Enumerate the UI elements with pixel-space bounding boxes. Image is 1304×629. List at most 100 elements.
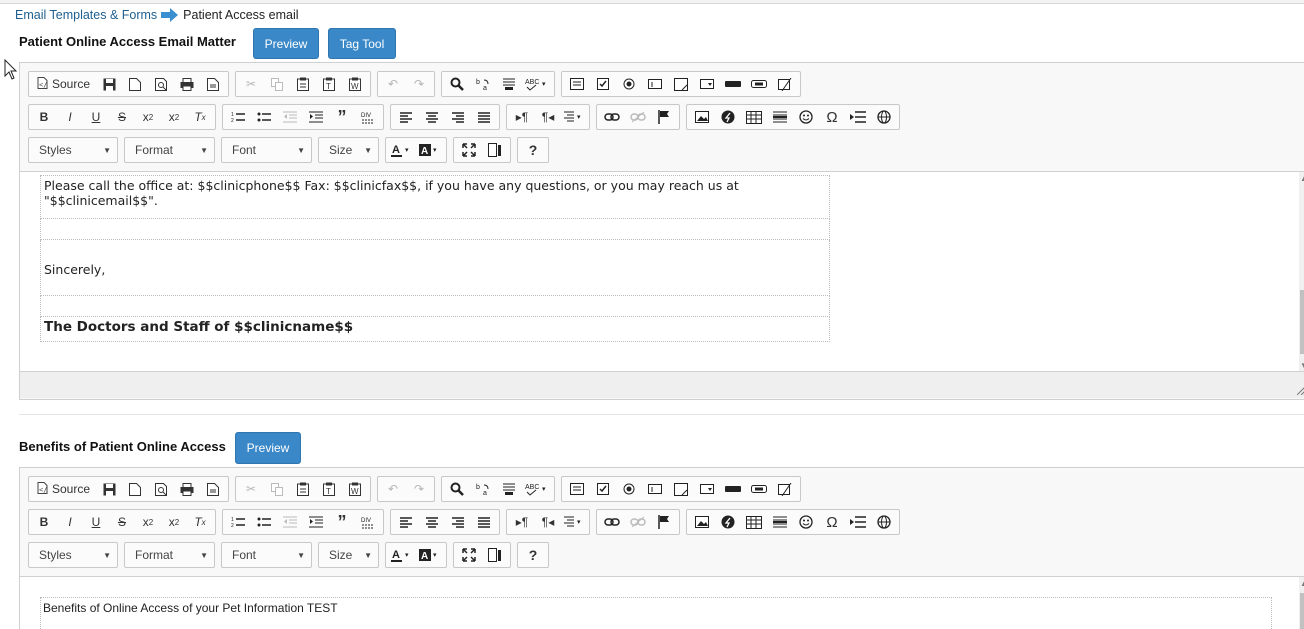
text-color-icon[interactable]: A ▾ — [388, 139, 416, 161]
superscript-icon[interactable]: x2 — [161, 106, 187, 128]
spellcheck-icon[interactable]: ABC ▾ — [522, 73, 552, 95]
font-dropdown[interactable]: Font ▼ — [221, 542, 312, 568]
text-direction-rtl-icon[interactable]: ¶◂ — [535, 511, 561, 533]
paste-text-icon[interactable]: T — [316, 73, 342, 95]
special-char-icon[interactable]: Ω — [819, 511, 845, 533]
print-icon[interactable] — [174, 478, 200, 500]
unlink-icon[interactable] — [625, 106, 651, 128]
textarea-icon[interactable] — [668, 478, 694, 500]
text-direction-ltr-icon[interactable]: ▸¶ — [509, 511, 535, 533]
preview-icon[interactable] — [148, 73, 174, 95]
outdent-icon[interactable] — [277, 106, 303, 128]
horizontal-line-icon[interactable] — [767, 511, 793, 533]
bold-icon[interactable]: B — [31, 106, 57, 128]
text-color-icon[interactable]: A ▾ — [388, 544, 416, 566]
undo-icon[interactable]: ↶ — [380, 478, 406, 500]
align-right-icon[interactable] — [445, 106, 471, 128]
scroll-up-icon[interactable]: ▲ — [1300, 579, 1304, 588]
language-icon[interactable]: ▾ — [561, 511, 587, 533]
scroll-up-icon[interactable]: ▲ — [1300, 174, 1304, 183]
image-button-icon[interactable] — [746, 478, 772, 500]
checkbox-icon[interactable] — [590, 73, 616, 95]
remove-format-icon[interactable]: Tx — [187, 511, 213, 533]
cut-icon[interactable]: ✂ — [238, 73, 264, 95]
size-dropdown[interactable]: Size ▼ — [318, 542, 379, 568]
numbered-list-icon[interactable]: 12 — [225, 511, 251, 533]
link-icon[interactable] — [599, 511, 625, 533]
redo-icon[interactable]: ↷ — [406, 73, 432, 95]
preview-icon[interactable] — [148, 478, 174, 500]
save-icon[interactable] — [96, 73, 122, 95]
italic-icon[interactable]: I — [57, 511, 83, 533]
blockquote-icon[interactable]: ” — [329, 106, 355, 128]
strikethrough-icon[interactable]: S — [109, 511, 135, 533]
select-all-icon[interactable] — [496, 73, 522, 95]
subscript-icon[interactable]: x2 — [135, 106, 161, 128]
editor-content-area-2[interactable]: Benefits of Online Access of your Pet In… — [20, 576, 1304, 629]
text-direction-rtl-icon[interactable]: ¶◂ — [535, 106, 561, 128]
paste-word-icon[interactable]: W — [342, 478, 368, 500]
find-icon[interactable] — [444, 478, 470, 500]
text-direction-ltr-icon[interactable]: ▸¶ — [509, 106, 535, 128]
button-field-icon[interactable] — [720, 73, 746, 95]
replace-icon[interactable]: ba — [470, 73, 496, 95]
smiley-icon[interactable] — [793, 106, 819, 128]
button-field-icon[interactable] — [720, 478, 746, 500]
checkbox-icon[interactable] — [590, 478, 616, 500]
editor-content-area[interactable]: Please call the office at: $$clinicphone… — [20, 171, 1304, 372]
image-button-icon[interactable] — [746, 73, 772, 95]
preview-button[interactable]: Preview — [253, 28, 319, 59]
iframe-globe-icon[interactable] — [871, 106, 897, 128]
textfield-icon[interactable] — [642, 478, 668, 500]
cut-icon[interactable]: ✂ — [238, 478, 264, 500]
undo-icon[interactable]: ↶ — [380, 73, 406, 95]
link-icon[interactable] — [599, 106, 625, 128]
help-icon[interactable]: ? — [520, 139, 546, 161]
subscript-icon[interactable]: x2 — [135, 511, 161, 533]
maximize-icon[interactable] — [456, 544, 482, 566]
outdent-icon[interactable] — [277, 511, 303, 533]
page-break-icon[interactable] — [845, 106, 871, 128]
hidden-field-icon[interactable] — [772, 478, 798, 500]
bold-icon[interactable]: B — [31, 511, 57, 533]
div-container-icon[interactable]: DIV — [355, 511, 381, 533]
maximize-icon[interactable] — [456, 139, 482, 161]
replace-icon[interactable]: ba — [470, 478, 496, 500]
iframe-globe-icon[interactable] — [871, 511, 897, 533]
scrollbar-thumb[interactable] — [1300, 290, 1304, 354]
help-icon[interactable]: ? — [520, 544, 546, 566]
show-blocks-icon[interactable] — [482, 139, 508, 161]
image-icon[interactable] — [689, 106, 715, 128]
templates-icon[interactable] — [200, 73, 226, 95]
editor-scrollbar[interactable]: ▲ ▼ — [1299, 172, 1304, 372]
print-icon[interactable] — [174, 73, 200, 95]
indent-icon[interactable] — [303, 106, 329, 128]
tag-tool-button[interactable]: Tag Tool — [328, 28, 396, 59]
find-icon[interactable] — [444, 73, 470, 95]
redo-icon[interactable]: ↷ — [406, 478, 432, 500]
scroll-down-icon[interactable]: ▼ — [1300, 361, 1304, 370]
copy-icon[interactable] — [264, 73, 290, 95]
editor-scrollbar-2[interactable]: ▲ — [1299, 577, 1304, 629]
styles-dropdown[interactable]: Styles ▼ — [28, 137, 118, 163]
align-center-icon[interactable] — [419, 511, 445, 533]
paste-icon[interactable] — [290, 478, 316, 500]
align-justify-icon[interactable] — [471, 511, 497, 533]
underline-icon[interactable]: U — [83, 511, 109, 533]
save-icon[interactable] — [96, 478, 122, 500]
flash-icon[interactable] — [715, 106, 741, 128]
language-icon[interactable]: ▾ — [561, 106, 587, 128]
scrollbar-thumb[interactable] — [1300, 593, 1304, 629]
new-page-icon[interactable] — [122, 478, 148, 500]
underline-icon[interactable]: U — [83, 106, 109, 128]
format-dropdown[interactable]: Format ▼ — [124, 137, 215, 163]
form-icon[interactable] — [564, 478, 590, 500]
paste-icon[interactable] — [290, 73, 316, 95]
page-break-icon[interactable] — [845, 511, 871, 533]
templates-icon[interactable] — [200, 478, 226, 500]
textarea-icon[interactable] — [668, 73, 694, 95]
spellcheck-icon[interactable]: ABC ▾ — [522, 478, 552, 500]
show-blocks-icon[interactable] — [482, 544, 508, 566]
bulleted-list-icon[interactable] — [251, 106, 277, 128]
bulleted-list-icon[interactable] — [251, 511, 277, 533]
